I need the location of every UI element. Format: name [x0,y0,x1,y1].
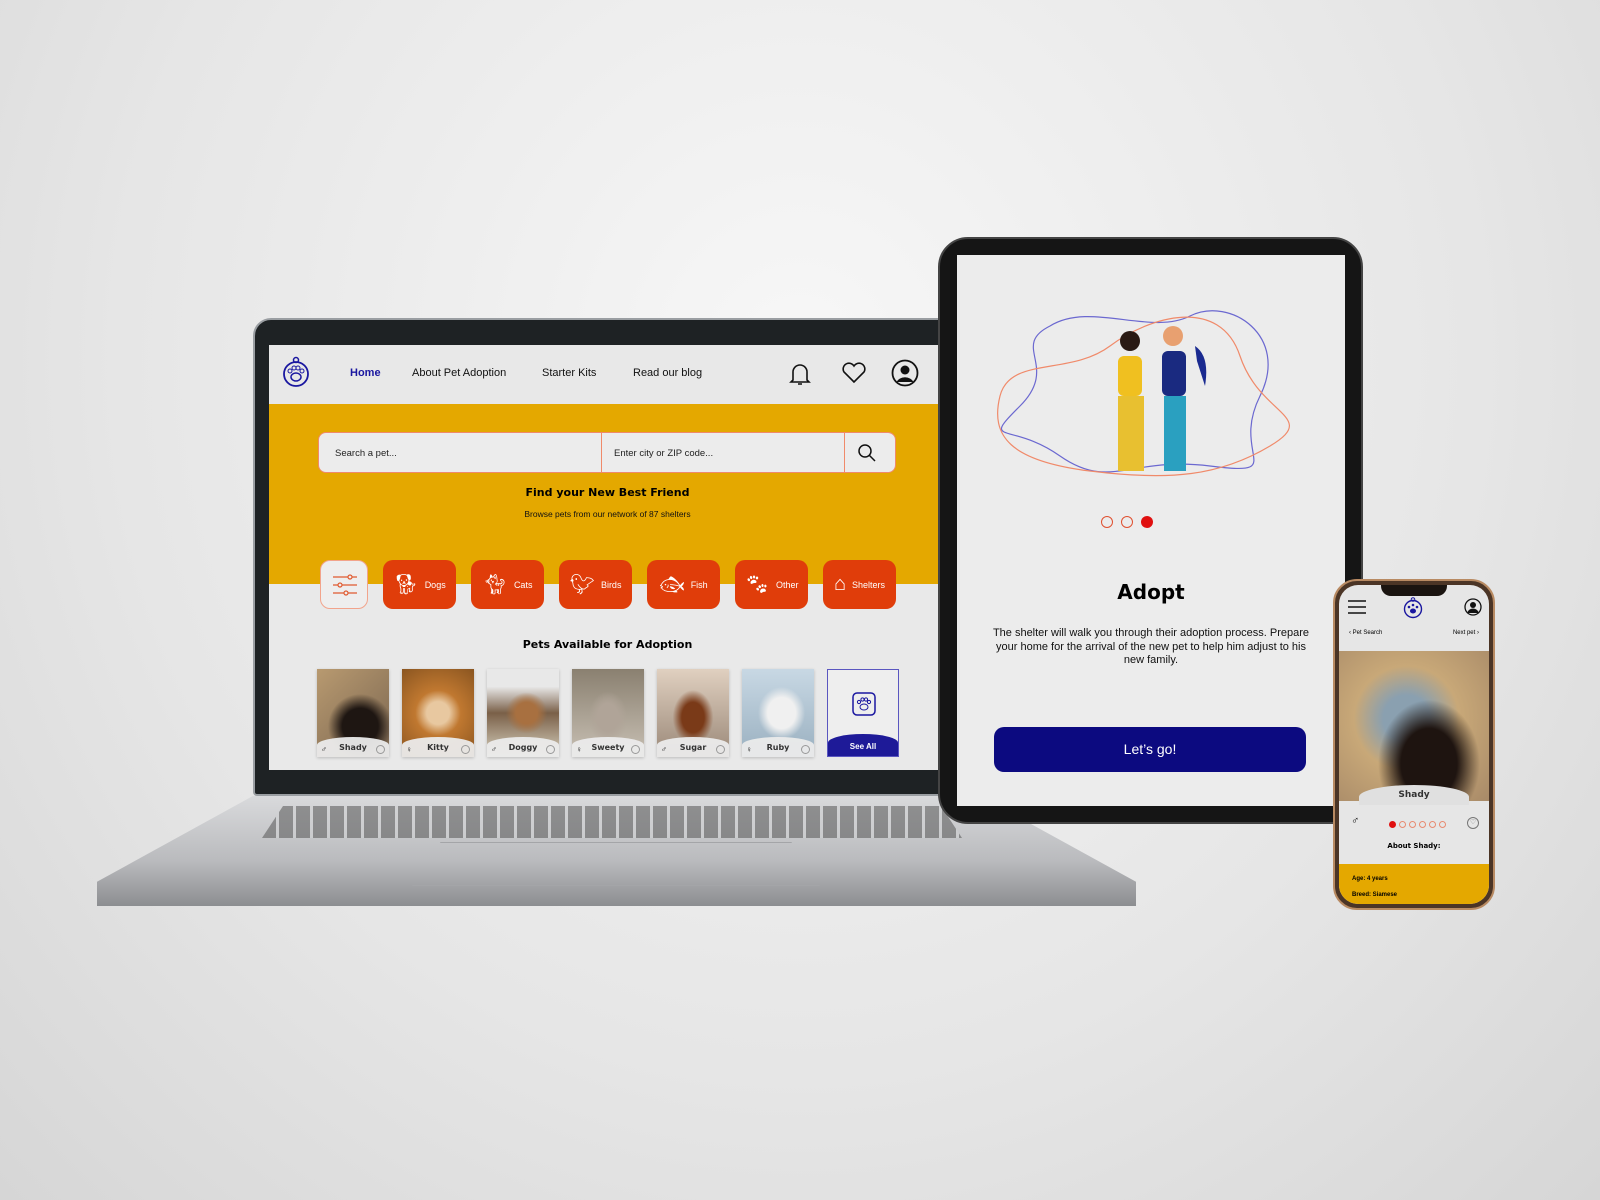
photo-dot[interactable] [1409,821,1416,828]
tablet-body: The shelter will walk you through their … [992,627,1310,666]
category-label: Dogs [424,579,446,590]
photo-dot[interactable] [1419,821,1426,828]
pets-section-title: Pets Available for Adoption [522,638,693,651]
pet-card[interactable]: Sugar ♂ [657,669,729,757]
favorite-icon[interactable] [546,745,555,754]
paw-logo-icon[interactable] [282,356,310,388]
category-label: Birds [600,579,622,590]
about-title: About Shady: [1387,842,1441,850]
paw-pillow-icon [852,692,876,716]
gender-icon: ♂ [321,745,327,754]
dog-icon: 🐕︎ [393,574,419,596]
next-pet-link[interactable]: Next pet › [1453,630,1479,636]
filter-button[interactable] [320,560,368,609]
male-gender-icon: ♂ [1351,815,1360,827]
hero-subtitle: Browse pets from our network of 87 shelt… [524,509,691,519]
tablet-title: Adopt [1117,580,1185,604]
nav-read-our-blog[interactable]: Read our blog [633,367,702,379]
search-bar: Search a pet... Enter city or ZIP code..… [318,432,896,473]
divider [601,433,602,472]
photo-dots [1389,821,1446,828]
category-label: Cats [513,579,533,590]
laptop-trackpad [412,842,820,886]
heart-icon[interactable] [841,362,867,384]
category-dogs[interactable]: 🐕︎ Dogs [383,560,456,609]
phone-screen: ‹ Pet Search Next pet › Shady ♂ ♡ About … [1339,585,1489,904]
gender-icon: ♂ [661,745,667,754]
favorite-icon[interactable] [716,745,725,754]
category-label: Other [775,579,799,590]
photo-dot-active[interactable] [1389,821,1396,828]
favorite-icon[interactable] [631,745,640,754]
laptop-screen: Home About Pet Adoption Starter Kits Rea… [269,345,946,770]
gender-icon: ♀ [406,745,412,754]
pet-breed: Breed: Siamese [1352,892,1398,898]
category-shelters[interactable]: ⌂ Shelters [823,560,896,609]
pet-age: Age: 4 years [1352,876,1388,882]
nav-home[interactable]: Home [350,367,381,379]
pet-search-input[interactable]: Search a pet... [335,448,397,459]
sliders-icon [333,574,357,596]
lets-go-button[interactable]: Let’s go! [994,727,1306,772]
favorite-icon[interactable] [461,745,470,754]
gender-icon: ♂ [491,745,497,754]
doghouse-icon: ⌂ [833,573,847,595]
category-cats[interactable]: 🐈︎ Cats [471,560,544,609]
pet-photo [1339,651,1489,801]
laptop-keyboard [262,806,962,838]
phone-notch [1381,585,1447,596]
cat-icon: 🐈︎ [482,574,508,596]
user-icon[interactable] [1464,598,1482,616]
fishbowl-icon: 🐟︎ [659,574,685,596]
hero-title: Find your New Best Friend [525,486,690,499]
couple-with-parrot-illustration [997,310,1291,477]
location-input[interactable]: Enter city or ZIP code... [614,448,713,459]
back-label: Pet Search [1352,630,1383,636]
photo-dot[interactable] [1399,821,1406,828]
nav-about-pet-adoption[interactable]: About Pet Adoption [412,367,506,379]
user-icon[interactable] [891,359,919,387]
favorite-heart-icon[interactable]: ♡ [1467,817,1479,829]
pet-card[interactable]: Shady ♂ [317,669,389,757]
page-dot-active[interactable] [1141,516,1153,528]
pet-card[interactable]: Doggy ♂ [487,669,559,757]
favorite-icon[interactable] [801,745,810,754]
bell-icon[interactable] [789,361,811,387]
bird-icon: 🐦︎ [569,574,595,596]
pet-card[interactable]: Ruby ♀ [742,669,814,757]
hamburger-menu-icon[interactable] [1347,599,1367,615]
category-other[interactable]: 🐾︎ Other [735,560,808,609]
see-all-card[interactable]: See All [827,669,899,757]
category-birds[interactable]: 🐦︎ Birds [559,560,632,609]
pet-details-panel: Age: 4 years Breed: Siamese [1339,864,1489,904]
search-icon[interactable] [857,443,877,463]
photo-dot[interactable] [1439,821,1446,828]
photo-dot[interactable] [1429,821,1436,828]
nav-starter-kits[interactable]: Starter Kits [542,367,596,379]
pet-name: Shady [1359,785,1469,805]
next-label: Next pet [1452,630,1476,636]
see-all-label: See All [828,734,898,756]
category-label: Shelters [852,579,886,590]
page-dot[interactable] [1101,516,1113,528]
pet-card[interactable]: Sweety ♀ [572,669,644,757]
favorite-icon[interactable] [376,745,385,754]
gender-icon: ♀ [746,745,752,754]
gender-icon: ♀ [576,745,582,754]
category-fish[interactable]: 🐟︎ Fish [647,560,720,609]
page-dot[interactable] [1121,516,1133,528]
category-label: Fish [690,579,708,590]
paw-logo-icon[interactable] [1403,597,1423,619]
paw-icon: 🐾︎ [744,574,770,596]
pet-card[interactable]: Kitty ♀ [402,669,474,757]
back-to-pet-search[interactable]: ‹ Pet Search [1349,630,1382,636]
navbar: Home About Pet Adoption Starter Kits Rea… [269,345,946,404]
tablet-screen: Adopt The shelter will walk you through … [957,255,1345,806]
divider [844,433,845,472]
